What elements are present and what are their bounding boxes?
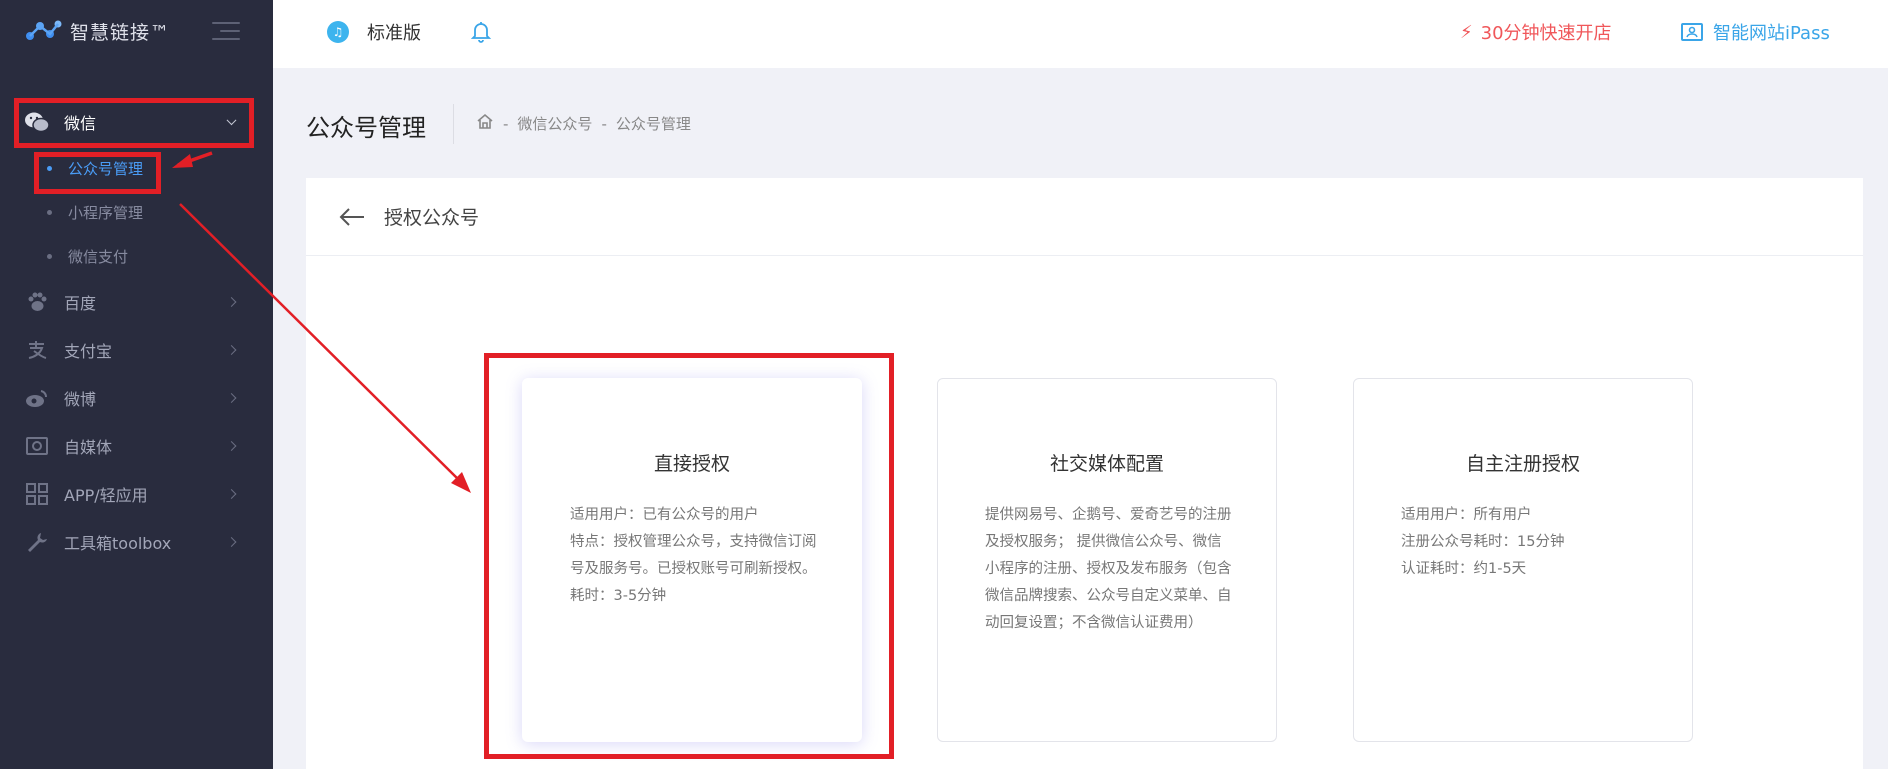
home-icon[interactable]	[476, 113, 494, 134]
sidebar-item-toolbox[interactable]: 工具箱toolbox	[0, 518, 273, 566]
chevron-right-icon	[226, 393, 237, 403]
card-line: 提供网易号、企鹅号、爱奇艺号的注册及授权服务； 提供微信公众号、微信小程序的注册…	[985, 507, 1232, 631]
logo-icon	[24, 18, 62, 44]
card-line: 认证耗时：约1-5天	[1401, 561, 1527, 577]
ipass-label: 智能网站iPass	[1713, 23, 1830, 44]
sidebar-subitem-label: 微信支付	[68, 247, 129, 266]
chevron-right-icon	[226, 537, 237, 547]
annotation-box-wechat-menu	[14, 98, 254, 148]
chevron-right-icon	[226, 489, 237, 499]
card-title: 自主注册授权	[1465, 453, 1580, 475]
ipass-link[interactable]: 智能网站iPass	[1681, 19, 1830, 45]
alipay-icon	[24, 337, 50, 363]
top-header: ♫ 标准版 ⚡ 30分钟快速开店 智能网站iPass	[273, 0, 1888, 68]
bell-icon[interactable]	[469, 19, 493, 43]
quick-open-store-link[interactable]: ⚡ 30分钟快速开店	[1460, 19, 1612, 45]
sidebar-item-label: 支付宝	[64, 342, 113, 361]
panel-title: 授权公众号	[384, 207, 480, 229]
self-register-authorize-card[interactable]: 自主注册授权 适用用户：所有用户 注册公众号耗时：15分钟 认证耗时：约1-5天	[1353, 378, 1693, 742]
chevron-right-icon	[226, 441, 237, 451]
music-note-icon: ♫	[327, 21, 349, 43]
breadcrumb-item: 公众号管理	[615, 115, 691, 133]
chevron-right-icon	[226, 345, 237, 355]
breadcrumb-item[interactable]: 微信公众号	[517, 113, 592, 134]
sidebar-item-label: 百度	[64, 294, 97, 313]
lightning-icon: ⚡	[1460, 21, 1473, 43]
logo-text: 智慧链接™	[70, 21, 171, 44]
media-icon	[24, 433, 50, 459]
weibo-icon	[24, 385, 50, 411]
sidebar-item-app[interactable]: APP/轻应用	[0, 470, 273, 518]
website-icon	[1681, 23, 1703, 41]
title-divider	[453, 104, 454, 144]
edition-label: 标准版	[367, 23, 421, 44]
sidebar-item-alipay[interactable]: 支付宝	[0, 326, 273, 374]
social-media-config-card[interactable]: 社交媒体配置 提供网易号、企鹅号、爱奇艺号的注册及授权服务； 提供微信公众号、微…	[937, 378, 1277, 742]
sidebar-subitem-label: 小程序管理	[68, 203, 144, 222]
app-grid-icon	[24, 481, 50, 507]
quick-open-label: 30分钟快速开店	[1480, 23, 1612, 44]
sidebar-item-media[interactable]: 自媒体	[0, 422, 273, 470]
card-line: 注册公众号耗时：15分钟	[1401, 534, 1565, 550]
annotation-box-official-account	[34, 152, 161, 194]
annotation-box-direct-authorize	[484, 353, 894, 759]
card-description: 适用用户：所有用户 注册公众号耗时：15分钟 认证耗时：约1-5天	[1401, 502, 1651, 583]
sidebar-subitem-wechat-pay[interactable]: 微信支付	[0, 234, 273, 278]
panel-header: 授权公众号	[306, 178, 1863, 256]
breadcrumb: - 微信公众号 - 公众号管理	[476, 113, 691, 134]
page-title: 公众号管理	[306, 114, 426, 142]
card-description: 提供网易号、企鹅号、爱奇艺号的注册及授权服务； 提供微信公众号、微信小程序的注册…	[985, 502, 1235, 637]
back-arrow-icon[interactable]	[338, 207, 366, 227]
edition-indicator[interactable]: ♫ 标准版	[327, 19, 421, 45]
card-line: 适用用户：所有用户	[1401, 507, 1532, 523]
paw-icon	[24, 289, 50, 315]
sidebar-subitem-mini-program[interactable]: 小程序管理	[0, 190, 273, 234]
bullet-icon	[47, 209, 52, 215]
wrench-icon	[24, 529, 50, 555]
sidebar-item-label: APP/轻应用	[64, 486, 148, 505]
sidebar-item-label: 微博	[64, 390, 97, 409]
chevron-right-icon	[226, 297, 237, 307]
menu-toggle-icon[interactable]	[212, 22, 240, 40]
card-title: 社交媒体配置	[1049, 453, 1164, 475]
sidebar-item-weibo[interactable]: 微博	[0, 374, 273, 422]
sidebar-item-baidu[interactable]: 百度	[0, 278, 273, 326]
sidebar-item-label: 自媒体	[64, 438, 113, 457]
bullet-icon	[47, 253, 52, 259]
sidebar-item-label: 工具箱toolbox	[64, 534, 172, 553]
